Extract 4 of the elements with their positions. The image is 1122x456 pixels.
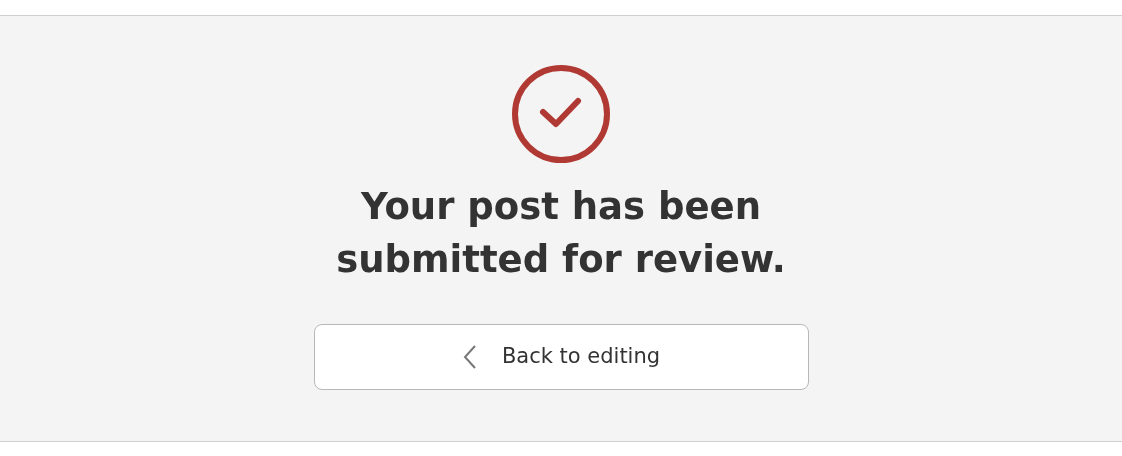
back-button[interactable]: Back to editing [313, 324, 809, 390]
check-circle-icon [511, 64, 611, 164]
confirmation-heading: Your post has been submitted for review. [335, 184, 787, 283]
chevron-left-icon [461, 344, 478, 370]
